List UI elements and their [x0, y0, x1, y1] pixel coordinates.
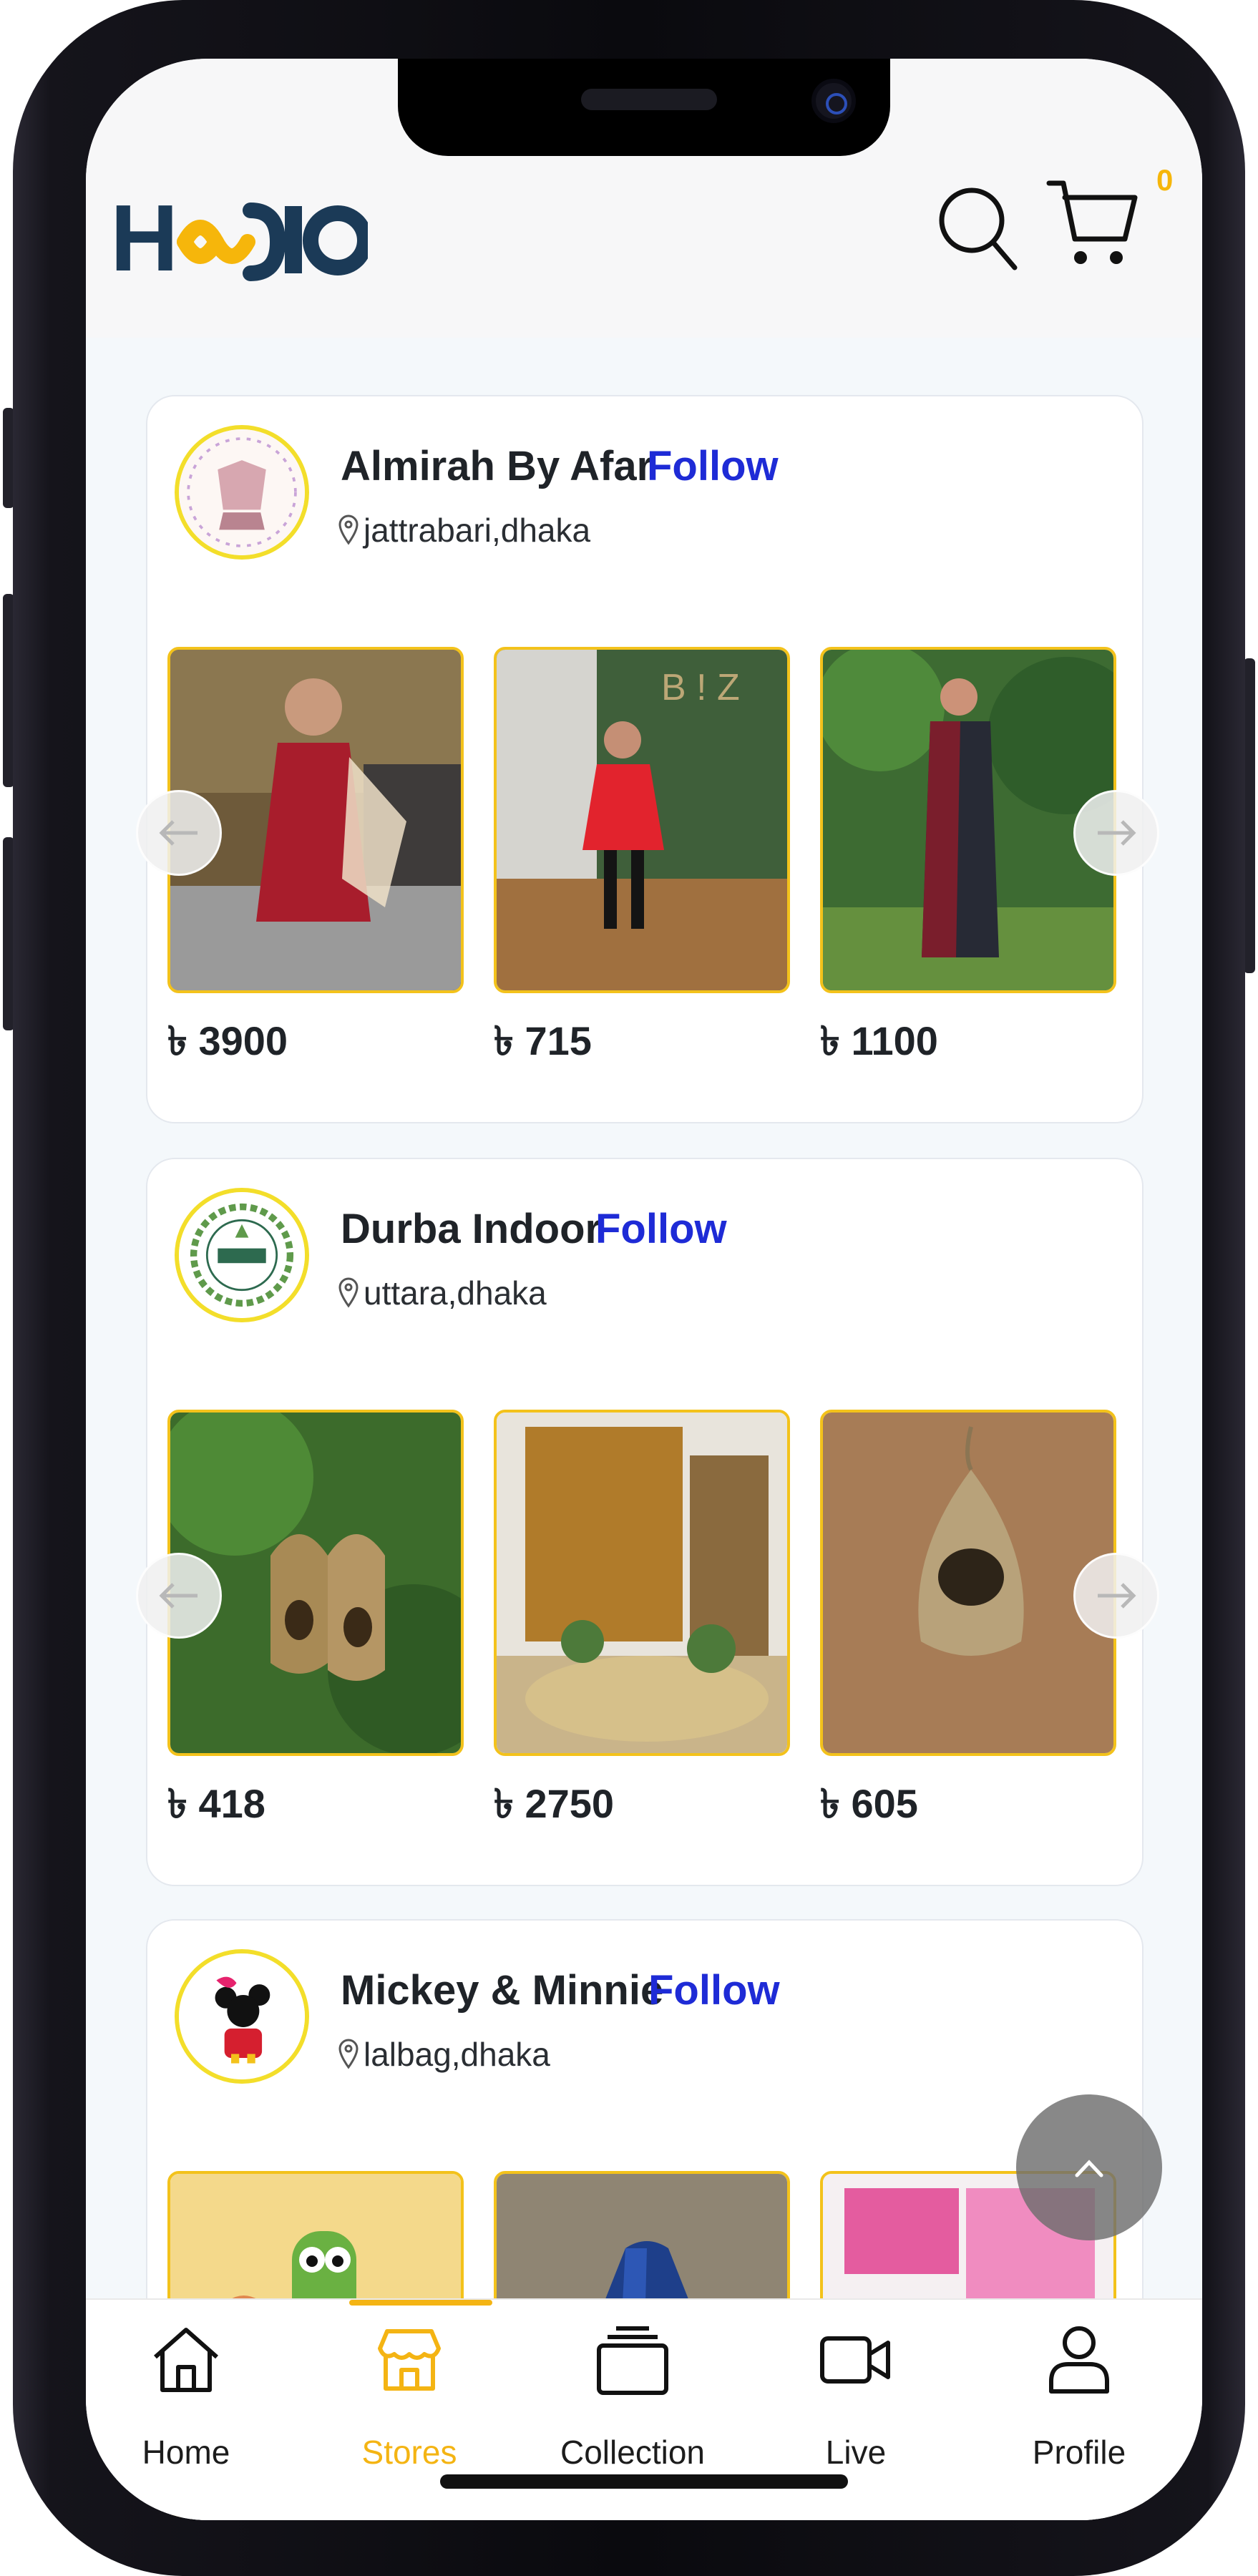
svg-text:B ! Z: B ! Z [661, 667, 740, 708]
product-price: ৳ 1100 [820, 1018, 938, 1063]
video-icon [820, 2336, 890, 2384]
product-card[interactable]: ৳ 418 [167, 1410, 464, 1840]
app-logo[interactable]: H [110, 185, 368, 292]
carousel-prev-button[interactable] [136, 790, 222, 876]
store-card: Almirah By Afar Follow jattrabari,dhaka [136, 395, 1159, 1123]
product-carousel: ৳ 3900 B ! Z ৳ 715 ৳ 1100 [136, 647, 1159, 1078]
store-icon [378, 2329, 441, 2391]
product-carousel: ৳ 418 ৳ 2750 ৳ 605 [136, 1410, 1159, 1840]
store-name[interactable]: Mickey & Minnie [341, 1966, 663, 2014]
front-camera [811, 79, 856, 123]
location-pin-icon [338, 2039, 359, 2069]
follow-button[interactable]: Follow [595, 1205, 727, 1253]
nav-label: Profile [1032, 2434, 1126, 2471]
product-price: ৳ 715 [494, 1018, 592, 1063]
location-text: jattrabari,dhaka [364, 512, 591, 549]
power-button [1244, 658, 1255, 973]
store-location: jattrabari,dhaka [338, 511, 590, 550]
earpiece-speaker [581, 89, 717, 110]
logo-mark: H [110, 185, 368, 291]
store-location: uttara,dhaka [338, 1274, 547, 1312]
location-pin-icon [338, 1277, 359, 1308]
product-card[interactable]: ৳ 1100 [820, 647, 1116, 1078]
location-text: uttara,dhaka [364, 1274, 547, 1312]
phone-screen: H 0 Almirah By Afar Follow jattrabari,dh… [86, 59, 1202, 2520]
home-icon [154, 2328, 218, 2392]
product-price: ৳ 3900 [167, 1018, 288, 1063]
nav-label: Home [142, 2434, 230, 2471]
nav-label: Live [825, 2434, 887, 2471]
nav-live[interactable]: Live [756, 2300, 956, 2472]
store-name[interactable]: Durba Indoor [341, 1205, 601, 1253]
location-text: lalbag,dhaka [364, 2036, 550, 2073]
store-name[interactable]: Almirah By Afar [341, 442, 653, 490]
notch [398, 59, 890, 156]
nav-stores[interactable]: Stores [309, 2300, 509, 2472]
svg-text:H: H [110, 185, 181, 291]
product-price: ৳ 2750 [494, 1781, 615, 1826]
product-card[interactable]: B ! Z ৳ 715 [494, 647, 790, 1078]
carousel-next-button[interactable] [1073, 1553, 1159, 1639]
home-indicator [440, 2474, 848, 2489]
product-card[interactable]: ৳ 3900 [167, 647, 464, 1078]
product-card[interactable]: ৳ 2750 [494, 1410, 790, 1840]
product-price: ৳ 605 [820, 1781, 918, 1826]
location-pin-icon [338, 514, 359, 545]
store-avatar[interactable] [175, 1188, 309, 1322]
store-location: lalbag,dhaka [338, 2035, 550, 2074]
product-image[interactable]: B ! Z [494, 647, 790, 993]
nav-profile[interactable]: Profile [979, 2300, 1179, 2472]
nav-label: Collection [560, 2434, 705, 2471]
product-card[interactable]: ৳ 605 [820, 1410, 1116, 1840]
store-avatar[interactable] [175, 425, 309, 560]
store-avatar[interactable] [175, 1949, 309, 2084]
product-image[interactable] [820, 647, 1116, 993]
follow-button[interactable]: Follow [648, 1966, 780, 2014]
product-image[interactable] [820, 1410, 1116, 1756]
nav-label: Stores [361, 2434, 457, 2471]
cart-icon[interactable] [1046, 173, 1139, 273]
nav-home[interactable]: Home [86, 2300, 286, 2472]
user-icon [1049, 2326, 1109, 2394]
follow-button[interactable]: Follow [647, 442, 779, 490]
nav-collection[interactable]: Collection [532, 2300, 733, 2472]
chevron-up-icon [1075, 2160, 1103, 2177]
carousel-prev-button[interactable] [136, 1553, 222, 1639]
collection-icon [597, 2326, 668, 2395]
product-image[interactable] [494, 1410, 790, 1756]
phone-frame: H 0 Almirah By Afar Follow jattrabari,dh… [13, 0, 1245, 2576]
carousel-next-button[interactable] [1073, 790, 1159, 876]
store-card: Durba Indoor Follow uttara,dhaka ৳ 418 ৳… [136, 1158, 1159, 1886]
product-price: ৳ 418 [167, 1781, 265, 1826]
cart-count-badge: 0 [1156, 163, 1174, 197]
search-icon[interactable] [935, 180, 1018, 273]
scroll-top-button[interactable] [1016, 2094, 1162, 2240]
